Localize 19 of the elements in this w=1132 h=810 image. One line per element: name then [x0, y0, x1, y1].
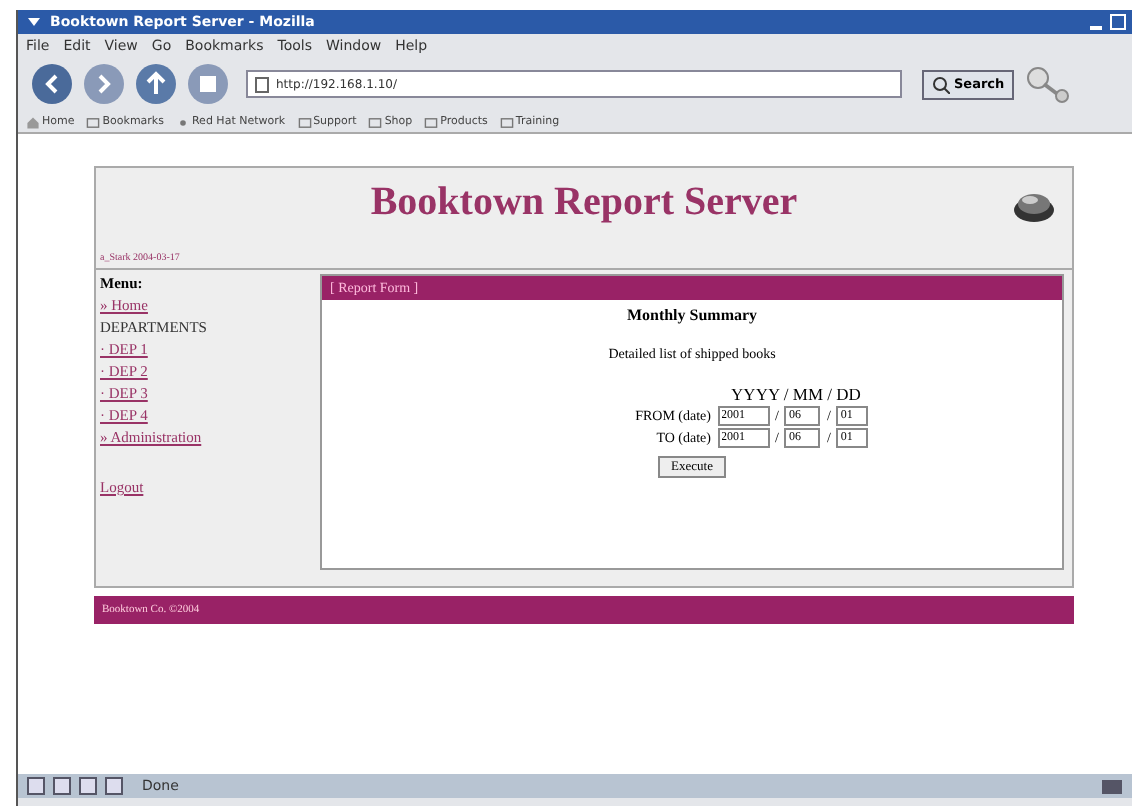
- window-menu-icon[interactable]: [26, 14, 42, 30]
- dot-icon: [175, 115, 190, 129]
- stop-icon[interactable]: [186, 62, 230, 106]
- reload-icon[interactable]: [134, 62, 178, 106]
- folder-icon: [499, 115, 514, 129]
- maximize-icon[interactable]: [1110, 14, 1126, 30]
- folder-icon: [368, 115, 383, 129]
- folder-icon: [424, 115, 439, 129]
- search-icon: [932, 75, 950, 93]
- page-title: Booktown Report Server: [370, 180, 798, 228]
- date-format-label: YYYY / MM / DD: [731, 384, 861, 404]
- home-icon: [26, 115, 40, 129]
- throbber-icon: [1022, 62, 1075, 106]
- form-title: Monthly Summary: [626, 306, 758, 324]
- folder-icon: [297, 115, 312, 129]
- folder-icon: [86, 115, 101, 129]
- forward-icon[interactable]: [82, 62, 126, 106]
- back-icon[interactable]: [30, 62, 74, 106]
- page-icon: [254, 75, 270, 93]
